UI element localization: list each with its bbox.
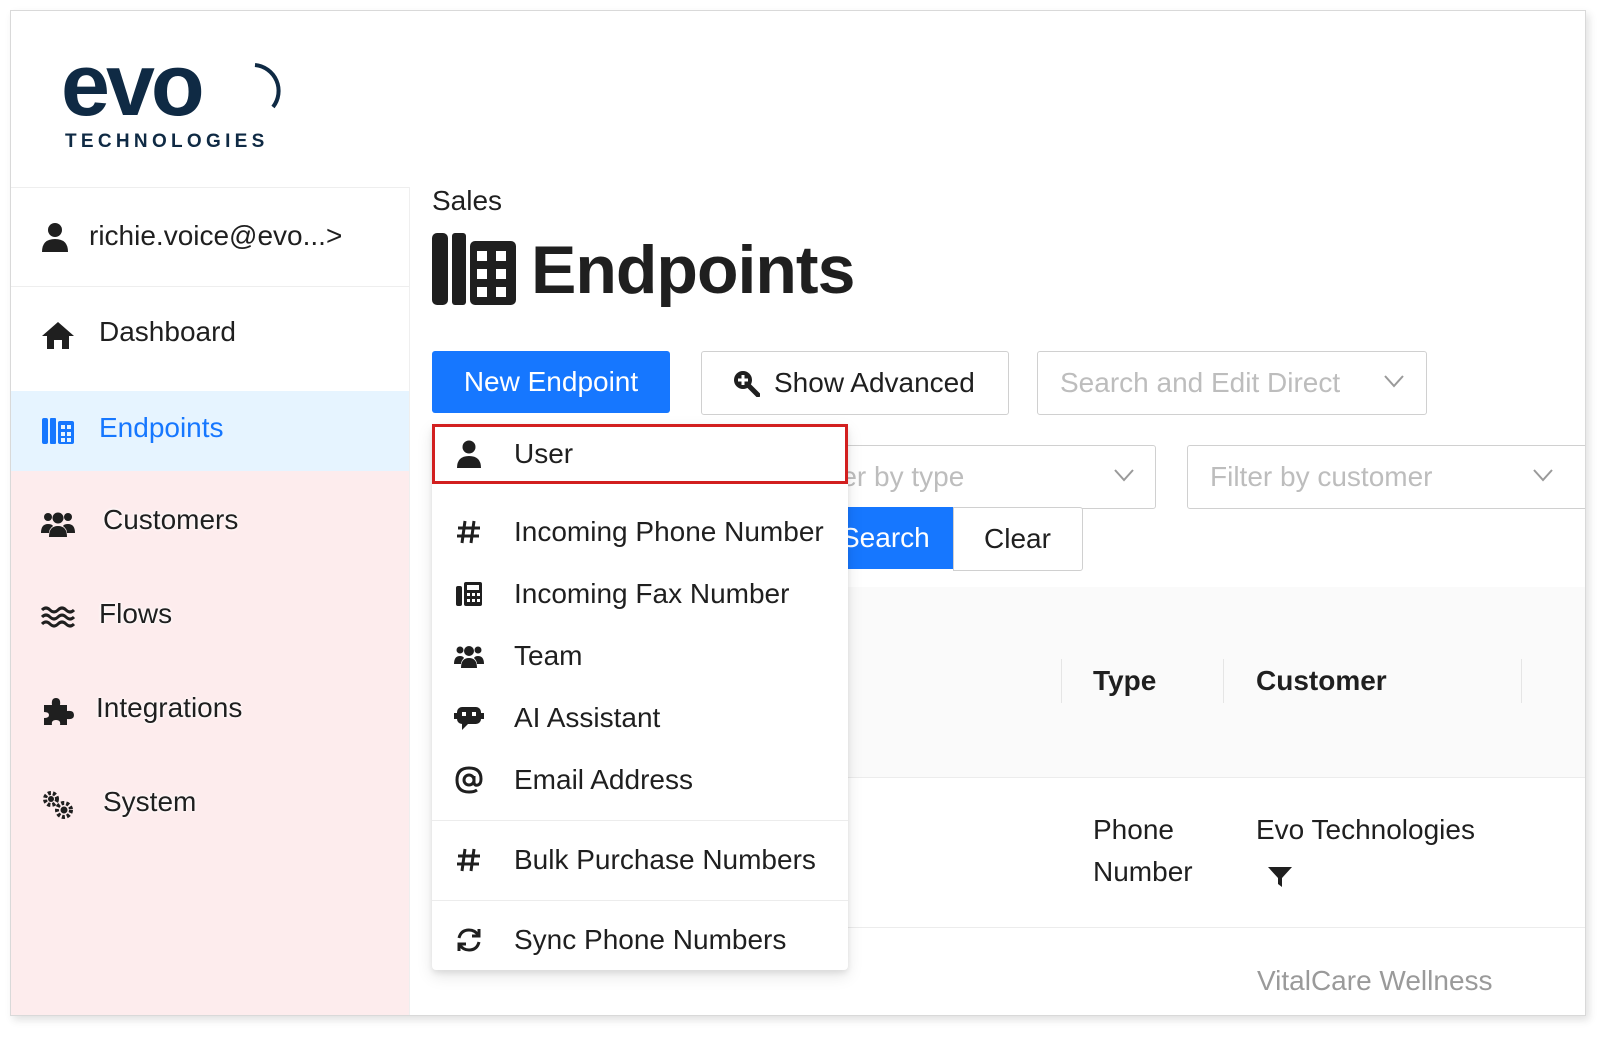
sidebar-item-label: Endpoints xyxy=(99,412,224,443)
sidebar-item-label: Integrations xyxy=(96,692,243,723)
sidebar-item-customers[interactable]: Customers xyxy=(11,483,409,563)
user-icon xyxy=(42,223,68,252)
team-icon xyxy=(454,646,484,668)
sidebar-item-system[interactable]: System xyxy=(11,765,409,845)
menu-item-label: Email Address xyxy=(514,764,693,795)
page-title: Endpoints xyxy=(531,232,855,308)
type-line: Phone xyxy=(1093,814,1174,845)
show-advanced-button[interactable]: Show Advanced xyxy=(701,351,1009,415)
menu-divider xyxy=(432,900,848,901)
search-label: Search xyxy=(841,522,930,553)
column-divider xyxy=(1223,659,1224,703)
menu-item-sync-numbers[interactable]: Sync Phone Numbers xyxy=(432,910,848,970)
robot-icon xyxy=(454,707,484,730)
select-placeholder: Filter by customer xyxy=(1210,461,1433,492)
app-window: evo TECHNOLOGIES richie.voice@evo...> Da… xyxy=(10,10,1586,1016)
hash-icon xyxy=(457,848,480,872)
menu-item-label: Incoming Phone Number xyxy=(514,516,824,547)
user-menu[interactable]: richie.voice@evo...> xyxy=(11,187,409,287)
select-placeholder: Search and Edit Direct xyxy=(1060,367,1341,398)
show-advanced-label: Show Advanced xyxy=(774,367,975,398)
new-endpoint-menu: User Incoming Phone Number Incoming Fax … xyxy=(432,424,848,970)
menu-item-incoming-phone[interactable]: Incoming Phone Number xyxy=(432,502,848,562)
clear-label: Clear xyxy=(984,523,1051,554)
svg-text:evo: evo xyxy=(61,47,202,134)
sidebar-item-dashboard[interactable]: Dashboard xyxy=(11,295,409,375)
chevron-down-icon xyxy=(1384,375,1404,388)
clear-button[interactable]: Clear xyxy=(953,507,1083,571)
filter-icon[interactable] xyxy=(1267,865,1293,889)
type-line: Number xyxy=(1093,856,1193,887)
gears-icon xyxy=(43,791,73,819)
table-cell-type: Phone Number xyxy=(1093,809,1193,893)
menu-item-label: Incoming Fax Number xyxy=(514,578,790,609)
chevron-down-icon xyxy=(1114,469,1134,482)
column-header-type[interactable]: Type xyxy=(1093,665,1156,697)
menu-item-label: Sync Phone Numbers xyxy=(514,924,787,955)
filter-customer-select[interactable]: Filter by customer xyxy=(1187,445,1585,509)
column-divider xyxy=(1061,659,1062,703)
table-cell-customer: Evo Technologies xyxy=(1256,814,1475,845)
user-email: richie.voice@evo...> xyxy=(89,220,343,251)
menu-item-user[interactable]: User xyxy=(432,424,848,484)
endpoints-icon xyxy=(432,233,516,305)
menu-item-email[interactable]: Email Address xyxy=(432,750,848,810)
menu-item-label: AI Assistant xyxy=(514,702,661,733)
sidebar-item-label: Dashboard xyxy=(99,316,236,347)
menu-item-label: Bulk Purchase Numbers xyxy=(514,844,816,875)
sidebar-item-flows[interactable]: Flows xyxy=(11,577,409,657)
svg-text:TECHNOLOGIES: TECHNOLOGIES xyxy=(65,131,269,152)
table-cell-customer: VitalCare Wellness xyxy=(1257,965,1493,996)
sidebar: richie.voice@evo...> Dashboard Endpoints xyxy=(11,187,410,1015)
sidebar-item-label: System xyxy=(103,786,197,817)
chevron-down-icon xyxy=(1533,469,1553,482)
home-icon xyxy=(42,322,74,349)
breadcrumb[interactable]: Sales xyxy=(432,185,502,217)
column-header-customer[interactable]: Customer xyxy=(1256,665,1387,697)
column-divider xyxy=(1521,659,1522,703)
menu-divider xyxy=(432,820,848,821)
sync-icon xyxy=(457,928,481,952)
puzzle-icon xyxy=(44,698,74,725)
evo-logo: evo TECHNOLOGIES xyxy=(61,47,281,152)
menu-item-ai-assistant[interactable]: AI Assistant xyxy=(432,688,848,748)
menu-item-bulk-purchase[interactable]: Bulk Purchase Numbers xyxy=(432,830,848,890)
menu-item-team[interactable]: Team xyxy=(432,626,848,686)
fax-icon xyxy=(456,582,482,606)
sidebar-item-label: Flows xyxy=(99,598,173,629)
flows-icon xyxy=(41,606,75,628)
sidebar-item-endpoints[interactable]: Endpoints xyxy=(11,391,409,471)
menu-item-label: Team xyxy=(514,640,583,671)
new-endpoint-button[interactable]: New Endpoint xyxy=(432,351,670,413)
sidebar-item-integrations[interactable]: Integrations xyxy=(11,671,409,751)
search-edit-direct-select[interactable]: Search and Edit Direct xyxy=(1037,351,1427,415)
sidebar-item-label: Customers xyxy=(103,504,239,535)
zoom-in-icon xyxy=(734,371,760,397)
menu-item-incoming-fax[interactable]: Incoming Fax Number xyxy=(432,564,848,624)
at-icon xyxy=(455,766,483,794)
user-icon xyxy=(457,440,481,468)
menu-item-label: User xyxy=(514,438,574,469)
hash-icon xyxy=(457,520,480,544)
users-icon xyxy=(41,512,75,537)
endpoints-icon xyxy=(42,418,74,444)
